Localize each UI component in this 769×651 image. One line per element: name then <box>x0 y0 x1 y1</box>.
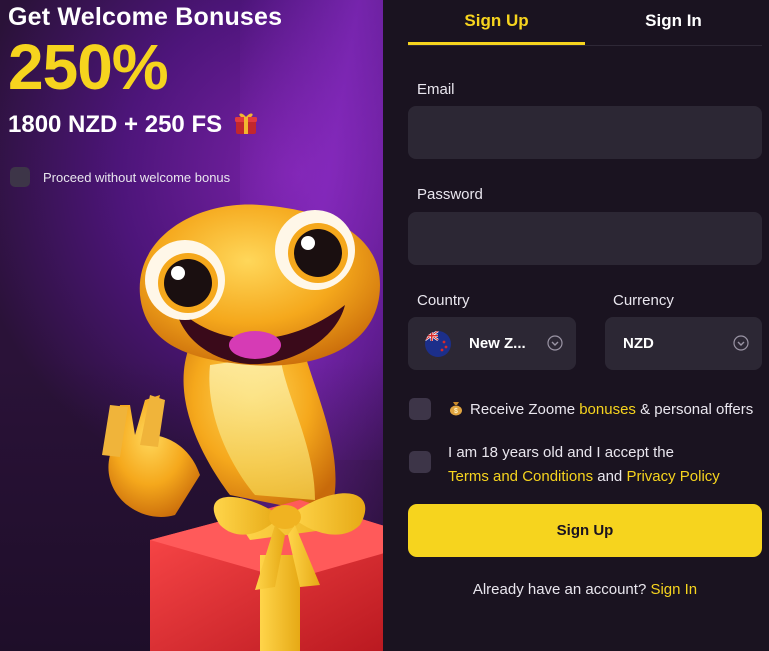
promo-title: Get Welcome Bonuses <box>8 3 283 31</box>
currency-select[interactable]: NZD <box>605 317 762 370</box>
chevron-down-icon <box>733 335 749 351</box>
promo-percent: 250% <box>8 31 169 103</box>
terms-label: I am 18 years old and I accept the Terms… <box>448 441 768 489</box>
email-field[interactable] <box>408 106 762 159</box>
already-text: Already have an account? <box>472 581 651 598</box>
country-value: New Z... <box>469 335 526 352</box>
promo-panel: Get Welcome Bonuses 250% 1800 NZD + 250 … <box>0 0 383 651</box>
offers-checkbox[interactable] <box>409 398 431 420</box>
auth-tabs: Sign Up Sign In <box>408 0 762 46</box>
currency-value: NZD <box>623 335 654 352</box>
offers-suffix: & personal offers <box>635 401 754 418</box>
offers-option: $ Receive Zoome bonuses & personal offers <box>409 398 753 420</box>
promo-amount-text: 1800 NZD + 250 FS <box>8 111 223 138</box>
gift-icon <box>234 113 257 134</box>
mascot-image <box>102 204 383 651</box>
email-label: Email <box>417 81 455 98</box>
promo-amount: 1800 NZD + 250 FS <box>8 110 259 139</box>
svg-text:$: $ <box>454 408 458 415</box>
terms-prefix: I am 18 years old and I accept the <box>448 444 674 461</box>
offers-prefix: Receive Zoome <box>470 401 580 418</box>
terms-and: and <box>593 468 627 485</box>
password-field[interactable] <box>408 212 762 265</box>
currency-label: Currency <box>613 292 674 309</box>
country-label: Country <box>417 292 470 309</box>
tab-sign-up[interactable]: Sign Up <box>408 0 585 45</box>
signup-form-panel: Sign Up Sign In Email Password Country N… <box>383 0 769 651</box>
tab-sign-in[interactable]: Sign In <box>585 0 762 44</box>
sign-up-button[interactable]: Sign Up <box>408 504 762 557</box>
signup-modal: Get Welcome Bonuses 250% 1800 NZD + 250 … <box>0 0 769 651</box>
no-bonus-checkbox[interactable] <box>10 167 30 187</box>
country-select[interactable]: New Z... <box>408 317 576 370</box>
terms-link[interactable]: Terms and Conditions <box>448 468 593 485</box>
terms-option <box>409 451 431 473</box>
chevron-down-icon <box>547 335 563 351</box>
password-label: Password <box>417 186 483 203</box>
no-bonus-option[interactable]: Proceed without welcome bonus <box>10 167 230 187</box>
offers-label: $ Receive Zoome bonuses & personal offers <box>448 400 753 418</box>
privacy-link[interactable]: Privacy Policy <box>626 468 719 485</box>
bonuses-link[interactable]: bonuses <box>579 401 636 418</box>
money-bag-icon: $ <box>450 402 462 416</box>
already-have-account: Already have an account? Sign In <box>408 581 762 598</box>
no-bonus-label: Proceed without welcome bonus <box>43 169 231 185</box>
sign-in-link[interactable]: Sign In <box>650 581 697 598</box>
nz-flag-icon <box>425 330 451 357</box>
terms-checkbox[interactable] <box>409 451 431 473</box>
